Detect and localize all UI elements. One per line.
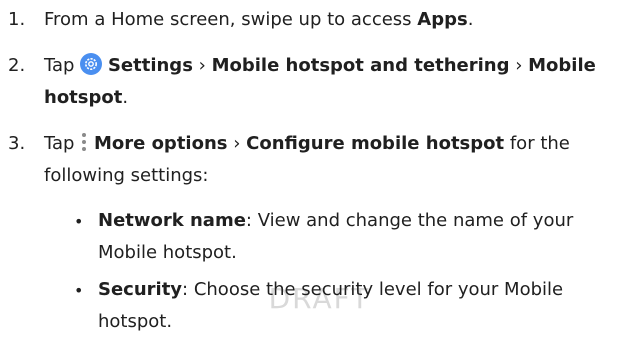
bullet-dot: • — [74, 212, 84, 231]
step-text: From a Home screen, swipe up to access A… — [44, 4, 634, 36]
configure-mobile-hotspot-term: Configure mobile hotspot — [246, 133, 505, 154]
settings-gear-icon — [80, 53, 103, 75]
bullet-dot: • — [74, 281, 84, 300]
step-text: Tap More options › Configure mobile hots… — [44, 128, 634, 192]
step-text-post: . — [122, 87, 129, 108]
separator: › — [192, 55, 212, 76]
apps-term: Apps — [417, 9, 468, 30]
bullet-text: Security: Choose the security level for … — [98, 274, 634, 338]
bullet-text: Network name: View and change the name o… — [98, 205, 634, 269]
separator: › — [509, 55, 529, 76]
security-term: Security — [98, 279, 183, 300]
mobile-hotspot-tethering-term: Mobile hotspot and tethering — [211, 55, 510, 76]
settings-term: Settings — [107, 55, 193, 76]
more-options-term: More options — [93, 133, 228, 154]
step-text-post: . — [467, 9, 474, 30]
step-number: 2. — [8, 55, 26, 76]
more-options-icon — [80, 132, 88, 152]
step-text: Tap Settings › Mobile hotspot and tether… — [44, 50, 634, 114]
step-number: 3. — [8, 133, 26, 154]
step-text-pre: Tap — [44, 133, 81, 154]
step-text-pre: Tap — [44, 55, 81, 76]
network-name-term: Network name — [98, 210, 246, 231]
step-number: 1. — [8, 9, 26, 30]
separator: › — [227, 133, 247, 154]
step-text-pre: From a Home screen, swipe up to access — [44, 9, 418, 30]
